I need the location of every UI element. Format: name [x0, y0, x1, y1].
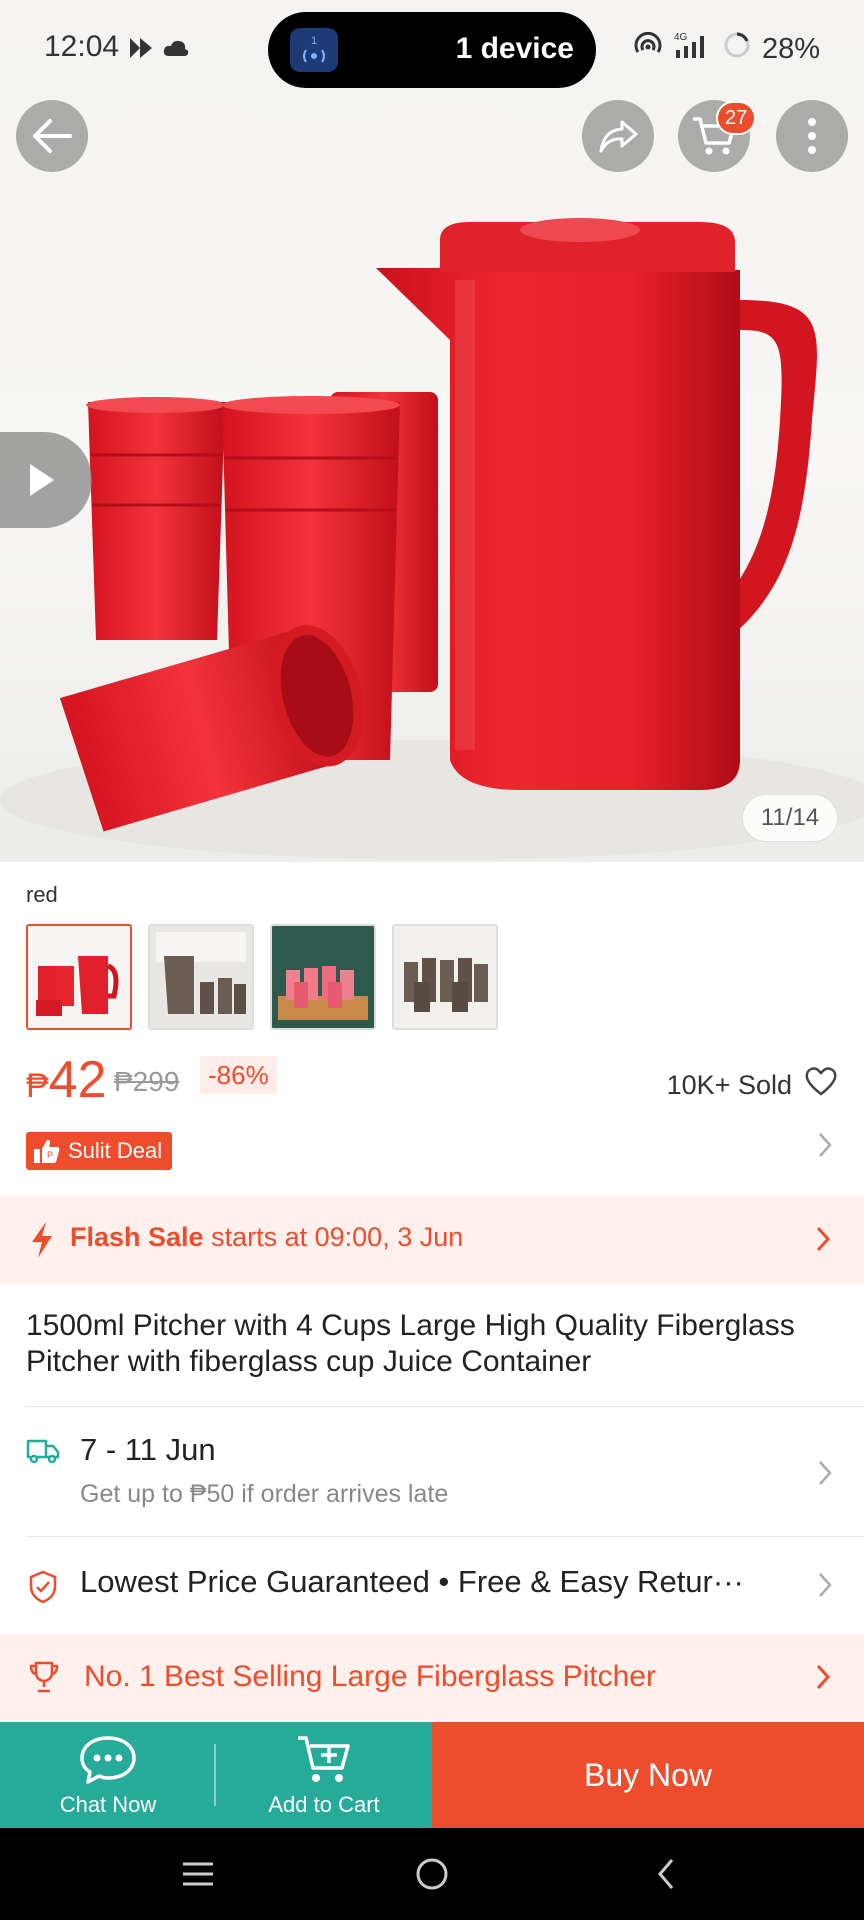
- heart-icon: [805, 1067, 837, 1096]
- currency-symbol: ₱: [26, 1067, 49, 1105]
- best-selling-banner[interactable]: No. 1 Best Selling Large Fiberglass Pitc…: [0, 1634, 864, 1722]
- flash-chevron-icon: [816, 1226, 831, 1252]
- more-vertical-icon: [808, 118, 816, 154]
- cart-count-badge: 27: [716, 101, 757, 135]
- discount-badge: -86%: [200, 1056, 277, 1094]
- system-nav-bar: [0, 1828, 864, 1920]
- original-price: ₱299: [114, 1066, 180, 1097]
- sulit-deal-badge[interactable]: P Sulit Deal: [26, 1132, 173, 1170]
- variant-thumb-red-tray[interactable]: [270, 924, 376, 1030]
- home-icon[interactable]: [414, 1852, 450, 1896]
- flash-sale-banner[interactable]: Flash Sale starts at 09:00, 3 Jun: [0, 1196, 864, 1284]
- back-button[interactable]: [16, 100, 88, 172]
- product-page: 12:04 1 1 device 4G 28% 27 11/14 red ₱42…: [0, 0, 864, 1920]
- divider: [26, 1406, 864, 1407]
- price-value: 42: [48, 1051, 107, 1109]
- divider: [26, 1536, 864, 1537]
- battery-ring-icon: [722, 30, 752, 68]
- flash-sale-text: Flash Sale starts at 09:00, 3 Jun: [70, 1222, 463, 1253]
- device-pill-label: 1 device: [455, 32, 574, 65]
- variant-thumbnails: [26, 924, 498, 1030]
- add-to-cart-button[interactable]: Add to Cart: [216, 1722, 432, 1828]
- signal-icon: 4G: [672, 30, 712, 68]
- sulit-deal-label: Sulit Deal: [68, 1138, 163, 1163]
- current-price: ₱42: [26, 1050, 107, 1110]
- variant-thumb-brown-cups[interactable]: [392, 924, 498, 1030]
- add-cart-icon: [298, 1736, 350, 1782]
- recent-apps-icon[interactable]: [180, 1852, 216, 1896]
- status-left-icons: [128, 36, 190, 65]
- svg-text:4G: 4G: [674, 32, 688, 43]
- deal-chevron-icon[interactable]: [816, 1130, 834, 1168]
- lightning-icon: [32, 1222, 52, 1258]
- bottom-action-bar: Chat Now Add to Cart Buy Now: [0, 1722, 864, 1828]
- play-video-button[interactable]: [0, 432, 92, 528]
- delivery-date: 7 - 11 Jun: [80, 1432, 216, 1467]
- trophy-icon: [29, 1661, 59, 1693]
- status-time: 12:04: [44, 30, 120, 63]
- truck-icon: [26, 1439, 60, 1464]
- more-options-button[interactable]: [776, 100, 848, 172]
- guarantee-text: Lowest Price Guaranteed • Free & Easy Re…: [80, 1564, 744, 1599]
- hotspot-icon: [634, 31, 662, 66]
- thumbs-up-tag-icon: P: [34, 1139, 60, 1163]
- chat-now-button[interactable]: Chat Now: [0, 1722, 216, 1828]
- back-nav-icon[interactable]: [652, 1852, 680, 1896]
- chat-bubble-icon: [80, 1736, 136, 1784]
- shipping-chevron-icon: [819, 1461, 832, 1485]
- svg-text:1: 1: [311, 35, 317, 47]
- best-selling-text: No. 1 Best Selling Large Fiberglass Pitc…: [84, 1660, 656, 1693]
- chat-now-label: Chat Now: [59, 1792, 157, 1817]
- guarantee-chevron-icon: [819, 1573, 832, 1597]
- add-to-cart-label: Add to Cart: [268, 1792, 380, 1817]
- buy-now-button[interactable]: Buy Now: [432, 1722, 864, 1828]
- variant-label: red: [26, 882, 58, 907]
- product-title: 1500ml Pitcher with 4 Cups Large High Qu…: [26, 1309, 795, 1378]
- back-arrow-icon: [33, 119, 72, 153]
- share-icon: [599, 120, 638, 153]
- sold-count: 10K+ Sold: [666, 1070, 792, 1100]
- action-separator: [214, 1744, 216, 1806]
- status-right-icons: 4G 28%: [634, 30, 820, 68]
- variant-thumb-red[interactable]: [26, 924, 132, 1030]
- cloud-icon: [162, 38, 190, 63]
- shield-check-icon: [29, 1570, 57, 1604]
- status-bar: 12:04 1 1 device 4G 28%: [0, 0, 864, 100]
- variant-thumb-brown[interactable]: [148, 924, 254, 1030]
- device-connection-pill[interactable]: 1 1 device: [268, 12, 596, 88]
- flash-sale-label: Flash Sale: [70, 1222, 204, 1252]
- share-button[interactable]: [582, 100, 654, 172]
- battery-percent: 28%: [761, 32, 820, 65]
- wishlist-button[interactable]: [804, 1066, 838, 1101]
- image-counter: 11/14: [742, 794, 838, 842]
- media-icon: [128, 36, 154, 65]
- late-delivery-guarantee: Get up to ₱50 if order arrives late: [80, 1480, 449, 1508]
- flash-sale-time: starts at 09:00, 3 Jun: [211, 1222, 464, 1252]
- best-selling-chevron-icon: [816, 1664, 831, 1690]
- broadcast-icon: 1: [290, 28, 338, 72]
- svg-text:P: P: [47, 1150, 53, 1160]
- play-icon: [30, 464, 54, 496]
